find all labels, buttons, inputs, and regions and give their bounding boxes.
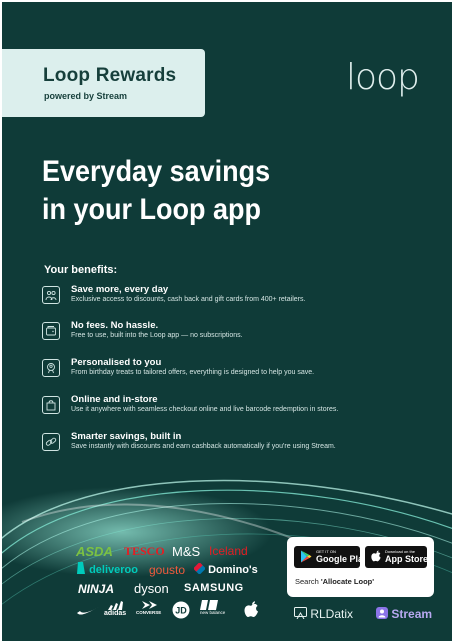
app-store-box: GET IT ON Google Play Download on the Ap… xyxy=(287,537,434,597)
iceland-logo: Iceland xyxy=(209,544,248,558)
benefit-desc: From birthday treats to tailored offers,… xyxy=(71,369,315,376)
retailer-logos: ASDA TESCO M&S Iceland deliveroo gousto … xyxy=(76,544,276,624)
headline-line-1: Everyday savings xyxy=(42,155,271,188)
new-balance-logo: new balance xyxy=(200,600,225,615)
benefit-title: Personalised to you xyxy=(71,357,162,368)
domino-tile-icon xyxy=(193,562,206,575)
search-prefix: Search xyxy=(295,577,321,586)
rldatix-wordmark: RLDatix xyxy=(310,607,354,621)
tesco-logo: TESCO xyxy=(124,544,165,558)
search-instruction: Search 'Allocate Loop' xyxy=(295,577,374,586)
dyson-logo: dyson xyxy=(134,581,169,596)
deliveroo-logo: deliveroo xyxy=(76,562,138,576)
benefit-title: No fees. No hassle. xyxy=(71,320,159,331)
jd-logo-icon: JD xyxy=(172,601,190,619)
converse-logo: CONVERSE xyxy=(136,600,161,615)
benefit-title: Smarter savings, built in xyxy=(71,431,182,442)
benefits-heading: Your benefits: xyxy=(44,264,118,276)
adidas-wordmark: adidas xyxy=(104,610,127,617)
converse-wordmark: CONVERSE xyxy=(136,610,162,615)
benefit-desc: Exclusive access to discounts, cash back… xyxy=(71,296,306,303)
benefit-title: Save more, every day xyxy=(71,284,169,295)
google-play-button[interactable]: GET IT ON Google Play xyxy=(294,546,368,568)
adidas-stripes-icon xyxy=(108,601,123,610)
gift-people-icon xyxy=(42,286,60,304)
link-icon xyxy=(42,433,60,451)
benefit-desc: Use it anywhere with seamless checkout o… xyxy=(71,406,339,413)
converse-chevron-icon xyxy=(142,601,157,609)
google-play-icon xyxy=(301,550,312,563)
benefit-desc: Save instantly with discounts and earn c… xyxy=(71,443,336,450)
google-play-label: Google Play xyxy=(316,554,369,564)
search-term: 'Allocate Loop' xyxy=(320,577,375,586)
benefit-title: Online and in-store xyxy=(71,394,158,405)
gousto-logo: gousto xyxy=(149,563,186,577)
brand-subtitle: powered by Stream xyxy=(44,91,128,101)
brand-title: Loop Rewards xyxy=(43,65,177,86)
poster: Loop Rewards powered by Stream loop Ever… xyxy=(2,2,452,641)
headline: Everyday savings in your Loop app xyxy=(42,153,312,229)
samsung-logo: SAMSUNG xyxy=(184,582,244,594)
ninja-logo: NINJA xyxy=(78,582,115,596)
loop-logo: loop xyxy=(346,57,420,98)
brand-box: Loop Rewards powered by Stream xyxy=(2,49,205,117)
app-store-button[interactable]: Download on the App Store xyxy=(365,546,429,568)
dominos-logo: Domino's xyxy=(193,562,258,576)
adidas-logo: adidas xyxy=(104,600,126,617)
benefit-desc: Free to use, built into the Loop app — n… xyxy=(71,332,243,339)
deliveroo-wordmark: deliveroo xyxy=(89,564,138,576)
rldatix-logo: RLDatix xyxy=(294,607,353,621)
shopping-bag-icon xyxy=(42,396,60,414)
stream-wordmark: Stream xyxy=(391,607,433,621)
kangaroo-icon xyxy=(77,562,85,574)
apple-icon xyxy=(371,550,381,562)
headline-line-2: in your Loop app xyxy=(42,193,261,226)
asda-logo: ASDA xyxy=(76,544,113,559)
apple-logo-icon xyxy=(244,601,258,617)
person-badge-icon xyxy=(42,359,60,377)
svg-text:JD: JD xyxy=(175,606,187,616)
nb-mark-icon xyxy=(200,600,218,610)
stream-logo: Stream xyxy=(376,607,432,621)
app-store-label: App Store xyxy=(385,554,429,564)
stream-icon xyxy=(376,607,388,619)
new-balance-wordmark: new balance xyxy=(200,610,226,615)
nike-swoosh-icon xyxy=(77,607,99,615)
wallet-icon xyxy=(42,322,60,340)
ms-logo: M&S xyxy=(172,544,201,559)
rldatix-icon xyxy=(294,607,307,620)
dominos-wordmark: Domino's xyxy=(208,564,258,576)
